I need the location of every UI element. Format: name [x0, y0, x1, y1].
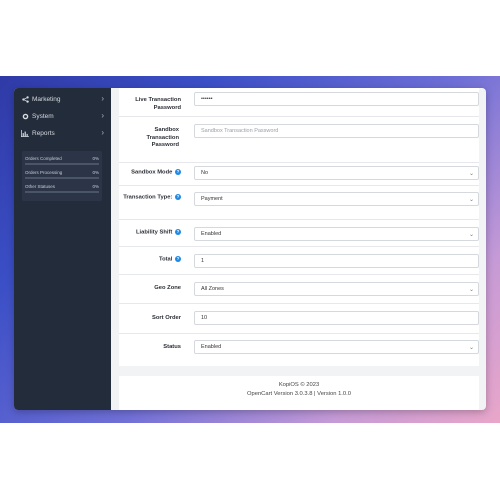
total-input[interactable]: 1	[194, 254, 479, 268]
stat-orders-processing: Orders Processing 0%	[22, 167, 102, 181]
chevron-right-icon: ›	[101, 128, 104, 137]
field-label: Transaction Type: ?	[123, 194, 181, 201]
liability-shift-select[interactable]: Enabled ⌄	[194, 227, 479, 241]
field-label: Sandbox Transaction Password	[146, 127, 179, 148]
footer-version: OpenCart Version 3.0.3.8 | Version 1.0.0	[247, 391, 351, 397]
sidebar: Marketing › System › Reports › Orders Co…	[14, 88, 111, 410]
sidebar-item-system[interactable]: System ›	[14, 108, 111, 125]
stat-orders-completed: Orders Completed 0%	[22, 153, 102, 167]
help-icon[interactable]: ?	[175, 194, 181, 200]
bar-chart-icon	[20, 130, 30, 137]
chevron-right-icon: ›	[101, 94, 104, 103]
sort-order-input[interactable]: 10	[194, 311, 479, 325]
row-status: Status Enabled ⌄	[119, 333, 479, 366]
admin-window: Marketing › System › Reports › Orders Co…	[14, 88, 486, 410]
help-icon[interactable]: ?	[175, 256, 181, 262]
row-total: Total ? 1	[119, 246, 479, 275]
order-stats-panel: Orders Completed 0% Orders Processing 0%…	[22, 151, 102, 201]
transaction-type-select[interactable]: Payment ⌄	[194, 192, 479, 206]
stat-label: Orders Processing	[25, 170, 63, 175]
stat-progress-bar	[25, 191, 99, 193]
sidebar-item-label: Marketing	[32, 96, 61, 103]
stat-label: Other Statuses	[25, 184, 56, 189]
live-transaction-password-input[interactable]: ••••••	[194, 92, 479, 106]
stat-other-statuses: Other Statuses 0%	[22, 181, 102, 195]
row-sort-order: Sort Order 10	[119, 303, 479, 334]
stat-label: Orders Completed	[25, 156, 62, 161]
sandbox-transaction-password-input[interactable]: Sandbox Transaction Password	[194, 124, 479, 138]
stat-value: 0%	[92, 170, 99, 175]
geo-zone-select[interactable]: All Zones ⌄	[194, 282, 479, 296]
field-label: Liability Shift ?	[135, 229, 181, 236]
gear-icon	[20, 113, 30, 120]
stat-value: 0%	[92, 156, 99, 161]
chevron-right-icon: ›	[101, 111, 104, 120]
main-content: Live Transaction Password •••••• Sandbox…	[111, 88, 486, 410]
field-label: Total ?	[158, 256, 181, 263]
status-select[interactable]: Enabled ⌄	[194, 340, 479, 354]
field-label: Sort Order	[152, 315, 181, 321]
stat-progress-bar	[25, 177, 99, 179]
chevron-down-icon: ⌄	[468, 232, 474, 238]
row-sandbox-mode: Sandbox Mode ? No ⌄	[119, 162, 479, 186]
stat-value: 0%	[92, 184, 99, 189]
chevron-down-icon: ⌄	[468, 171, 474, 177]
sandbox-mode-select[interactable]: No ⌄	[194, 166, 479, 180]
stat-progress-bar	[25, 163, 99, 165]
footer-copyright: KopiOS © 2023	[278, 382, 320, 388]
sidebar-item-reports[interactable]: Reports ›	[14, 125, 111, 142]
field-label: Live Transaction Password	[135, 97, 181, 111]
help-icon[interactable]: ?	[175, 169, 181, 175]
sidebar-item-label: Reports	[32, 130, 55, 137]
footer: KopiOS © 2023 OpenCart Version 3.0.3.8 |…	[119, 376, 479, 410]
chevron-down-icon: ⌄	[468, 197, 474, 203]
sidebar-item-label: System	[32, 113, 54, 120]
row-transaction-type: Transaction Type: ? Payment ⌄	[119, 185, 479, 220]
share-icon	[20, 96, 30, 103]
field-label: Geo Zone	[154, 285, 181, 291]
row-live-transaction-password: Live Transaction Password ••••••	[119, 88, 479, 117]
help-icon[interactable]: ?	[175, 229, 181, 235]
row-geo-zone: Geo Zone All Zones ⌄	[119, 274, 479, 304]
payment-settings-form: Live Transaction Password •••••• Sandbox…	[119, 88, 479, 366]
chevron-down-icon: ⌄	[468, 287, 474, 293]
field-label: Status	[163, 344, 181, 350]
chevron-down-icon: ⌄	[468, 345, 474, 351]
row-liability-shift: Liability Shift ? Enabled ⌄	[119, 219, 479, 247]
row-sandbox-transaction-password: Sandbox Transaction Password Sandbox Tra…	[119, 116, 479, 163]
sidebar-item-marketing[interactable]: Marketing ›	[14, 91, 111, 108]
field-label: Sandbox Mode ?	[131, 169, 181, 176]
